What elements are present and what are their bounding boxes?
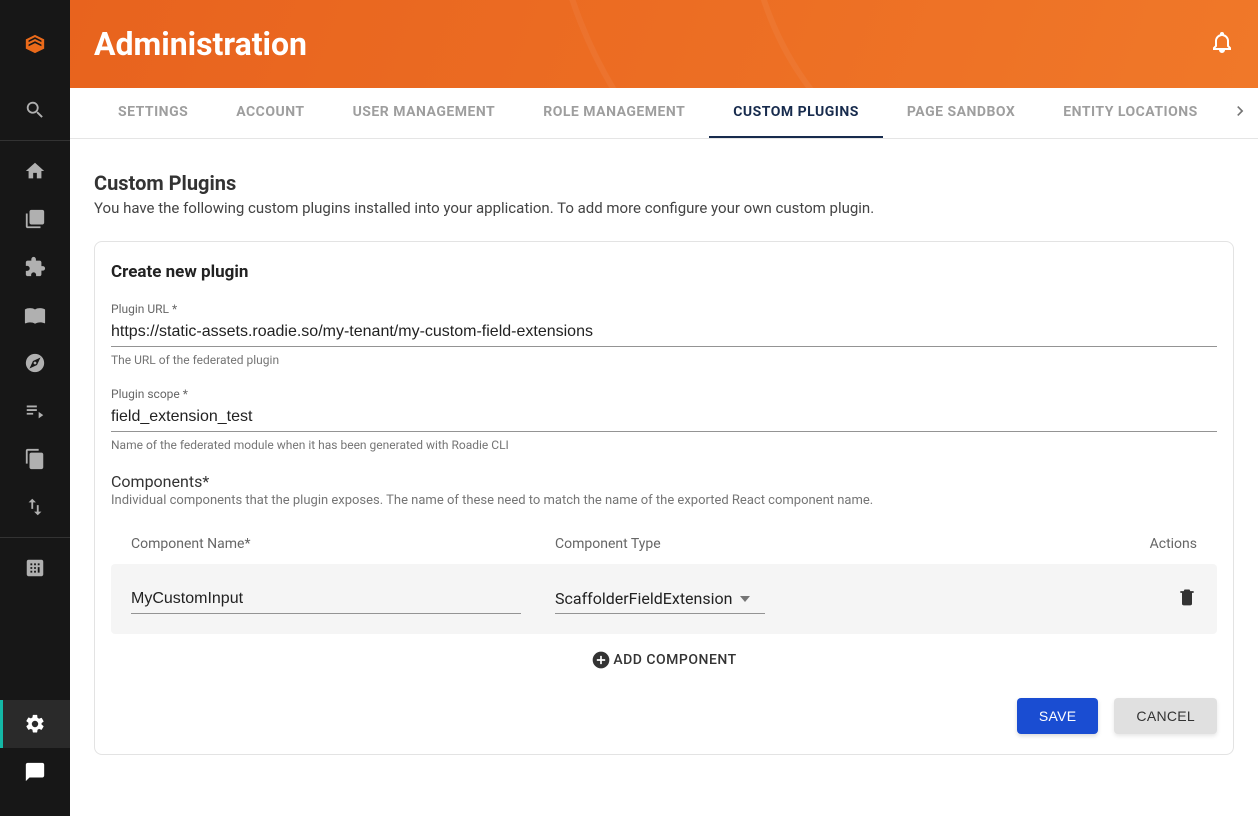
plugin-scope-help: Name of the federated module when it has… xyxy=(111,438,1217,452)
settings-icon[interactable] xyxy=(0,700,70,748)
component-type-value: ScaffolderFieldExtension xyxy=(555,589,732,608)
create-plugin-card: Create new plugin Plugin URL * The URL o… xyxy=(94,241,1234,755)
delete-row-icon[interactable] xyxy=(1177,592,1197,611)
add-component-button[interactable]: ADD COMPONENT xyxy=(111,634,1217,670)
page-description: You have the following custom plugins in… xyxy=(94,199,1234,217)
playlist-icon[interactable] xyxy=(0,387,70,435)
copy-icon[interactable] xyxy=(0,435,70,483)
book-icon[interactable] xyxy=(0,291,70,339)
add-component-label: ADD COMPONENT xyxy=(613,652,736,668)
logo[interactable] xyxy=(0,20,70,68)
swap-icon[interactable] xyxy=(0,483,70,531)
chat-icon[interactable] xyxy=(0,748,70,796)
component-row: ScaffolderFieldExtension xyxy=(111,564,1217,634)
tab-entity-locations[interactable]: ENTITY LOCATIONS xyxy=(1039,88,1222,138)
tab-settings[interactable]: SETTINGS xyxy=(94,88,212,138)
col-name-header: Component Name* xyxy=(131,536,555,552)
tab-page-sandbox[interactable]: PAGE SANDBOX xyxy=(883,88,1039,138)
page-title: Custom Plugins xyxy=(94,171,1234,195)
card-title: Create new plugin xyxy=(111,262,1217,282)
components-table-head: Component Name* Component Type Actions xyxy=(111,524,1217,564)
dropdown-caret-icon xyxy=(740,589,750,608)
plugin-url-help: The URL of the federated plugin xyxy=(111,353,1217,367)
tab-role-management[interactable]: ROLE MANAGEMENT xyxy=(519,88,709,138)
search-icon[interactable] xyxy=(0,86,70,134)
col-actions-header: Actions xyxy=(979,536,1197,552)
puzzle-icon[interactable] xyxy=(0,243,70,291)
content: Custom Plugins You have the following cu… xyxy=(70,139,1258,816)
col-type-header: Component Type xyxy=(555,536,979,552)
tab-account[interactable]: ACCOUNT xyxy=(212,88,328,138)
plugin-scope-input[interactable] xyxy=(111,403,1217,432)
components-help: Individual components that the plugin ex… xyxy=(111,493,1217,508)
library-icon[interactable] xyxy=(0,195,70,243)
component-type-select[interactable]: ScaffolderFieldExtension xyxy=(555,584,765,614)
home-icon[interactable] xyxy=(0,147,70,195)
plugin-scope-label: Plugin scope * xyxy=(111,387,1217,401)
calculator-icon[interactable] xyxy=(0,544,70,592)
page-header-title: Administration xyxy=(94,25,307,63)
plugin-url-input[interactable] xyxy=(111,318,1217,347)
cancel-button[interactable]: CANCEL xyxy=(1114,698,1217,734)
component-name-input[interactable] xyxy=(131,585,521,614)
sidebar xyxy=(0,0,70,816)
components-label: Components* xyxy=(111,472,1217,491)
tabs-scroll-right-icon[interactable] xyxy=(1222,93,1258,133)
tabs: SETTINGS ACCOUNT USER MANAGEMENT ROLE MA… xyxy=(70,88,1258,139)
header: Administration xyxy=(70,0,1258,88)
notifications-icon[interactable] xyxy=(1210,30,1234,58)
tab-user-management[interactable]: USER MANAGEMENT xyxy=(329,88,520,138)
tab-custom-plugins[interactable]: CUSTOM PLUGINS xyxy=(709,88,883,138)
explore-icon[interactable] xyxy=(0,339,70,387)
plugin-url-label: Plugin URL * xyxy=(111,302,1217,316)
save-button[interactable]: SAVE xyxy=(1017,698,1099,734)
